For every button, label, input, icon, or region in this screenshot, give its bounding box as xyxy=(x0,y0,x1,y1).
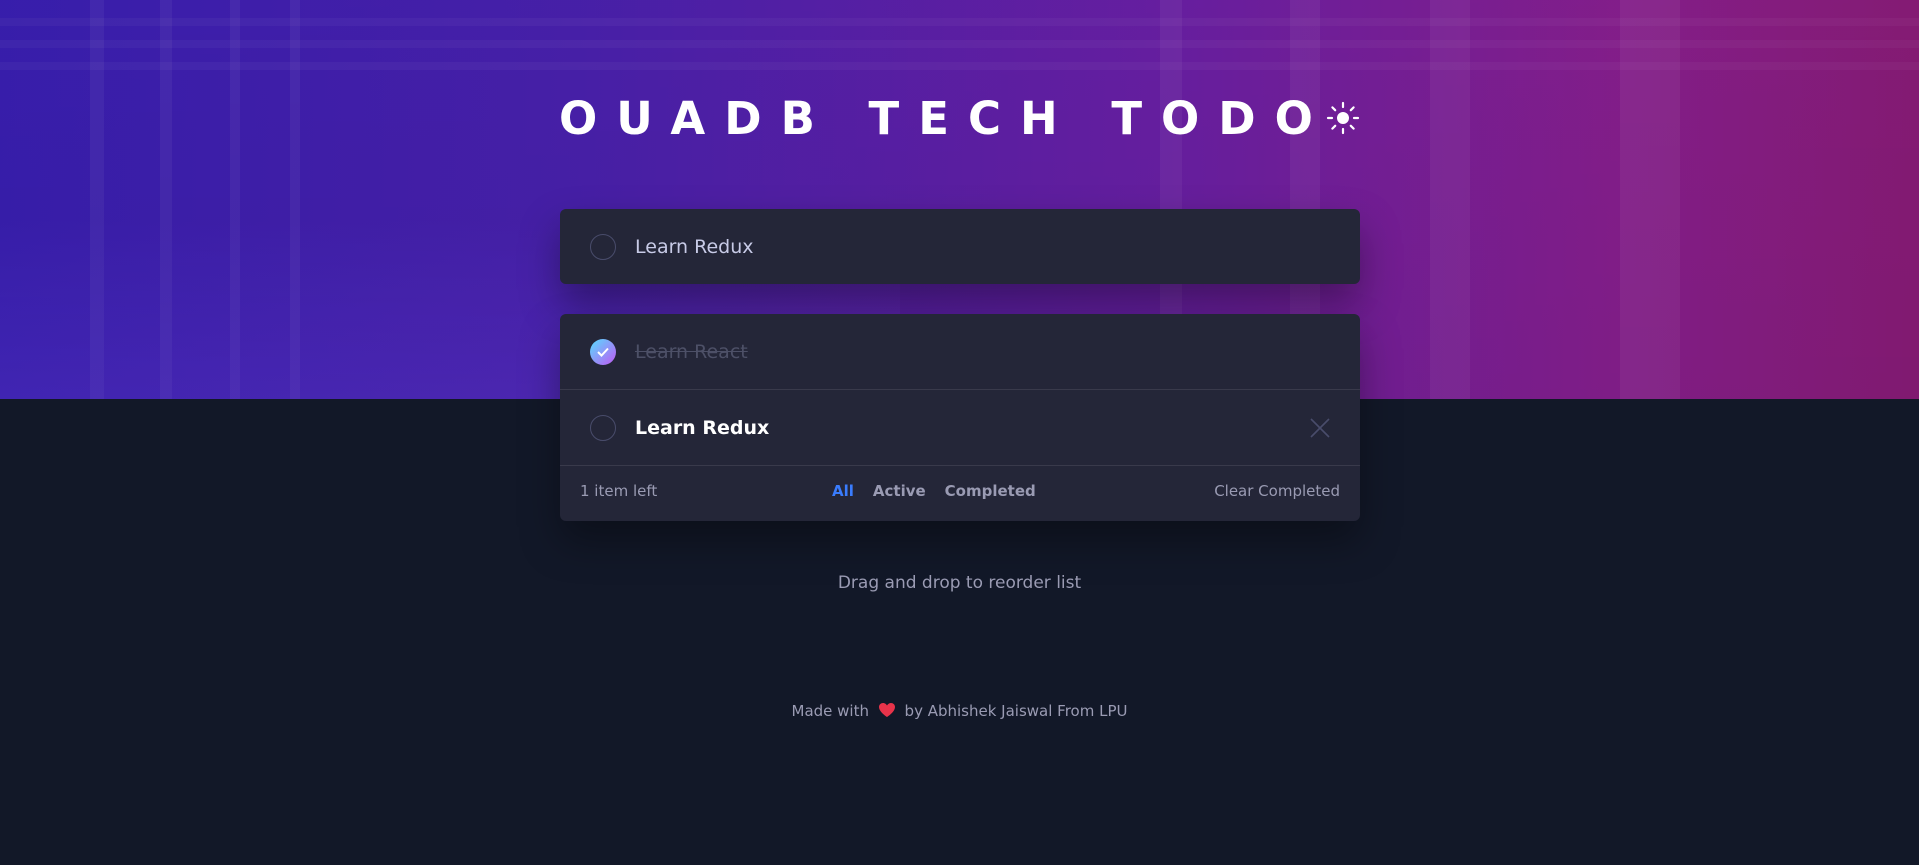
todo-item[interactable]: Learn Redux xyxy=(560,390,1360,465)
sun-icon xyxy=(1326,101,1360,135)
check-icon xyxy=(597,347,609,357)
heart-icon xyxy=(878,702,896,722)
todo-checkbox-checked[interactable] xyxy=(590,339,616,365)
credit-prefix: Made with xyxy=(791,702,869,720)
app-title: OUADB TECH TODO xyxy=(559,92,1332,145)
close-icon xyxy=(1310,418,1330,438)
list-footer: 1 item left All Active Completed Clear C… xyxy=(560,466,1360,521)
theme-toggle-button[interactable] xyxy=(1326,101,1360,135)
todo-text: Learn Redux xyxy=(635,417,770,439)
filter-all[interactable]: All xyxy=(832,482,854,500)
filter-completed[interactable]: Completed xyxy=(945,482,1036,500)
filter-group: All Active Completed xyxy=(832,482,1036,500)
filter-active[interactable]: Active xyxy=(873,482,926,500)
new-todo-checkbox[interactable] xyxy=(590,234,616,260)
drag-hint: Drag and drop to reorder list xyxy=(837,573,1082,593)
credit-line: Made with by Abhishek Jaiswal From LPU xyxy=(0,702,1919,722)
todo-text: Learn React xyxy=(635,341,748,363)
delete-todo-button[interactable] xyxy=(1310,418,1330,438)
credit-suffix: by Abhishek Jaiswal From LPU xyxy=(904,702,1128,720)
todo-item[interactable]: Learn React xyxy=(560,314,1360,389)
new-todo-input[interactable]: Learn Redux xyxy=(560,209,1360,284)
clear-completed-button[interactable]: Clear Completed xyxy=(1214,482,1340,500)
new-todo-row: Learn Redux xyxy=(560,209,1360,284)
new-todo-text[interactable]: Learn Redux xyxy=(635,233,754,261)
items-left-count: 1 item left xyxy=(580,482,658,500)
todo-checkbox[interactable] xyxy=(590,415,616,441)
todo-list: Learn React Learn Redux 1 item left All … xyxy=(560,314,1360,521)
